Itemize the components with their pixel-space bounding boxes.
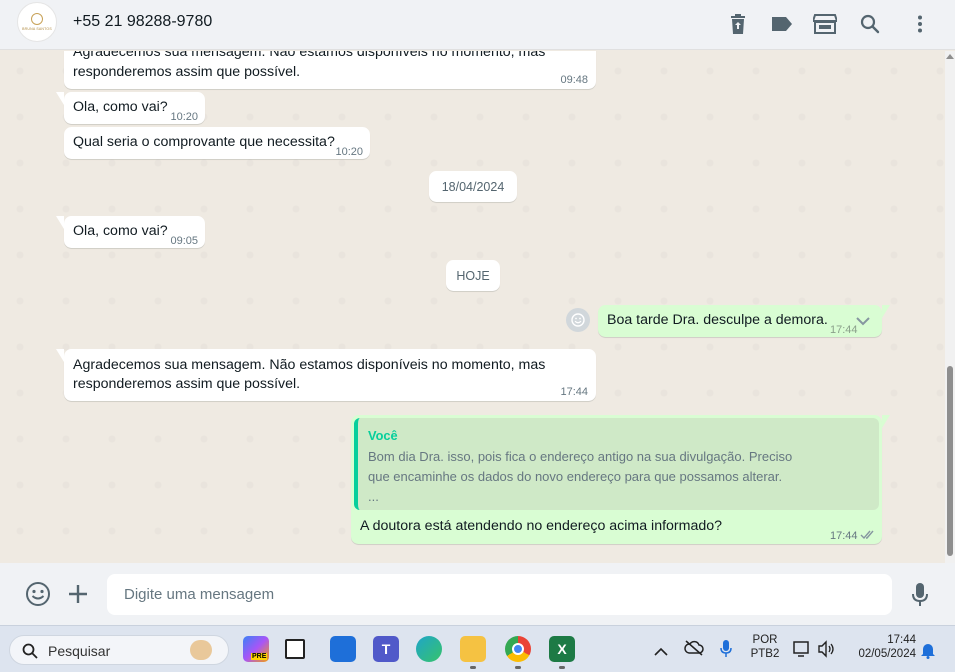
windows-taskbar: Pesquisar PRE T X POR PTB2 17:44 02/05/2… — [0, 625, 955, 672]
logo-mark-icon — [31, 13, 43, 25]
quote-author: Você — [368, 428, 398, 443]
message-outgoing[interactable]: Você Bom dia Dra. isso, pois fica o ende… — [351, 415, 890, 546]
message-composer: Digite uma mensagem — [0, 563, 955, 625]
menu-icon[interactable] — [908, 12, 932, 36]
search-icon[interactable] — [858, 12, 882, 36]
bubble-tail — [882, 415, 890, 428]
search-icon — [22, 643, 38, 664]
message-text: Agradecemos sua mensagem. Não estamos di… — [73, 51, 546, 60]
trash-icon[interactable] — [726, 12, 750, 36]
chrome-app-icon[interactable] — [505, 636, 531, 662]
message-time: 17:44 — [830, 324, 858, 336]
message-time: 17:44 — [560, 386, 588, 398]
scroll-up-icon[interactable] — [946, 54, 954, 59]
taskbar-date: 02/05/2024 — [858, 648, 916, 660]
notification-bell-icon[interactable] — [920, 641, 936, 664]
message-input-placeholder: Digite uma mensagem — [124, 586, 275, 603]
message-text: Qual seria o comprovante que necessita? — [73, 134, 335, 150]
message-time: 09:48 — [560, 74, 588, 86]
message-input[interactable]: Digite uma mensagem — [107, 574, 892, 615]
message-incoming[interactable]: Qual seria o comprovante que necessita? … — [64, 127, 370, 159]
chat-scrollbar[interactable] — [945, 51, 955, 563]
message-incoming[interactable]: Ola, como vai? 10:20 — [56, 92, 205, 124]
running-indicator — [559, 666, 565, 669]
plus-icon[interactable] — [68, 584, 88, 609]
bubble-tail — [56, 92, 64, 105]
message-text: responderemos assim que possível. — [73, 376, 301, 392]
cloud-offline-icon[interactable] — [684, 640, 704, 661]
message-text: Agradecemos sua mensagem. Não estamos di… — [73, 357, 546, 373]
store-icon[interactable] — [813, 12, 837, 36]
message-incoming[interactable]: Agradecemos sua mensagem. Não estamos di… — [64, 51, 596, 89]
message-outgoing[interactable]: Boa tarde Dra. desculpe a demora. 17:44 — [598, 305, 890, 337]
quote-text: Bom dia Dra. isso, pois fica o endereço … — [368, 449, 793, 464]
chevron-down-icon[interactable] — [856, 313, 870, 332]
taskbar-search-label: Pesquisar — [48, 643, 111, 659]
search-highlight-icon — [190, 640, 212, 660]
teams-app-icon[interactable]: T — [373, 636, 399, 662]
contact-avatar[interactable]: BRUNA SANTOS — [17, 2, 57, 42]
message-time: 10:20 — [335, 146, 363, 158]
read-ticks-icon — [860, 527, 876, 546]
language-top: POR — [752, 634, 778, 646]
emoji-reaction-icon[interactable] — [566, 308, 590, 332]
edge-app-icon[interactable] — [416, 636, 442, 662]
date-divider: HOJE — [446, 260, 500, 291]
running-indicator — [470, 666, 476, 669]
message-text: Ola, como vai? — [73, 223, 168, 239]
label-icon[interactable] — [770, 12, 794, 36]
volume-icon[interactable] — [817, 640, 835, 663]
running-indicator — [515, 666, 521, 669]
avatar-logo-text: BRUNA SANTOS — [22, 27, 52, 31]
mic-icon[interactable] — [911, 582, 929, 613]
quoted-message[interactable]: Você Bom dia Dra. isso, pois fica o ende… — [354, 418, 879, 510]
copilot-badge: PRE — [251, 653, 268, 660]
excel-app-icon[interactable]: X — [549, 636, 575, 662]
store-app-icon[interactable] — [330, 636, 356, 662]
quote-text: que encaminhe os dados do novo endereço … — [368, 469, 783, 484]
task-view-icon[interactable] — [285, 639, 305, 659]
language-indicator[interactable]: POR PTB2 — [748, 634, 782, 660]
copilot-app-icon[interactable]: PRE — [243, 636, 269, 662]
message-time: 17:44 — [830, 530, 858, 542]
scroll-thumb[interactable] — [947, 366, 953, 556]
contact-name[interactable]: +55 21 98288-9780 — [73, 13, 212, 31]
taskbar-search[interactable]: Pesquisar — [9, 635, 229, 665]
file-explorer-icon[interactable] — [460, 636, 486, 662]
message-text: A doutora está atendendo no endereço aci… — [360, 518, 723, 534]
taskbar-time: 17:44 — [887, 634, 916, 646]
message-incoming[interactable]: Ola, como vai? 09:05 — [56, 216, 205, 248]
bubble-tail — [882, 305, 890, 318]
bubble-tail — [56, 349, 64, 362]
message-incoming[interactable]: Agradecemos sua mensagem. Não estamos di… — [56, 349, 596, 401]
message-time: 09:05 — [170, 235, 198, 247]
mic-tray-icon[interactable] — [720, 639, 732, 664]
bubble-tail — [56, 216, 64, 229]
chat-panel: Agradecemos sua mensagem. Não estamos di… — [0, 51, 955, 563]
quote-text: ... — [368, 489, 379, 504]
emoji-icon[interactable] — [25, 581, 51, 612]
message-text: responderemos assim que possível. — [73, 64, 301, 80]
language-bottom: PTB2 — [750, 648, 780, 660]
taskbar-clock[interactable]: 17:44 02/05/2024 — [848, 634, 916, 660]
chevron-up-icon[interactable] — [654, 643, 668, 661]
network-icon[interactable] — [793, 640, 811, 663]
date-divider: 18/04/2024 — [429, 171, 517, 202]
message-time: 10:20 — [170, 111, 198, 123]
message-text: Boa tarde Dra. desculpe a demora. — [607, 312, 828, 328]
message-text: Ola, como vai? — [73, 99, 168, 115]
chat-header: BRUNA SANTOS +55 21 98288-9780 — [0, 0, 955, 50]
